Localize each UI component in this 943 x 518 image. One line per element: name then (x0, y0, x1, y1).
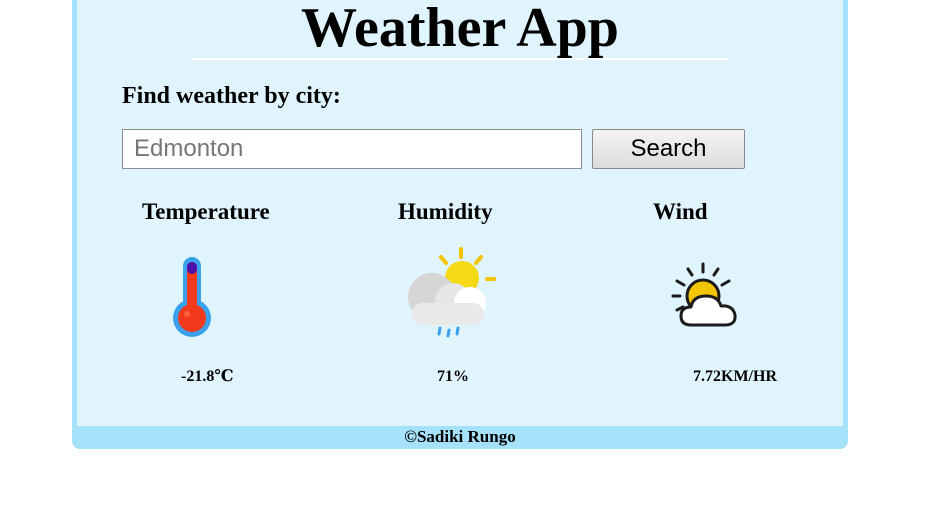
weather-panel: Weather App Find weather by city: Edmont… (77, 0, 843, 426)
page-title: Weather App (301, 0, 619, 59)
wind-heading: Wind (653, 199, 708, 224)
wind-value: 7.72KM/HR (693, 368, 777, 385)
weather-app-container: Weather App Find weather by city: Edmont… (72, 0, 848, 449)
humidity-heading: Humidity (398, 199, 493, 224)
humidity-value: 71% (437, 368, 469, 385)
thermometer-icon (173, 257, 211, 337)
rain-cloud-sun-icon (408, 247, 496, 338)
search-button[interactable]: Search (592, 129, 745, 169)
footer-credit: ©Sadiki Rungo (404, 427, 516, 446)
temperature-heading: Temperature (142, 199, 270, 224)
city-search-label: Find weather by city: (122, 83, 341, 109)
city-search-input[interactable]: Edmonton (122, 129, 582, 169)
temperature-value: -21.8℃ (181, 368, 234, 385)
title-divider (192, 58, 728, 60)
sun-behind-cloud-icon (671, 262, 737, 327)
